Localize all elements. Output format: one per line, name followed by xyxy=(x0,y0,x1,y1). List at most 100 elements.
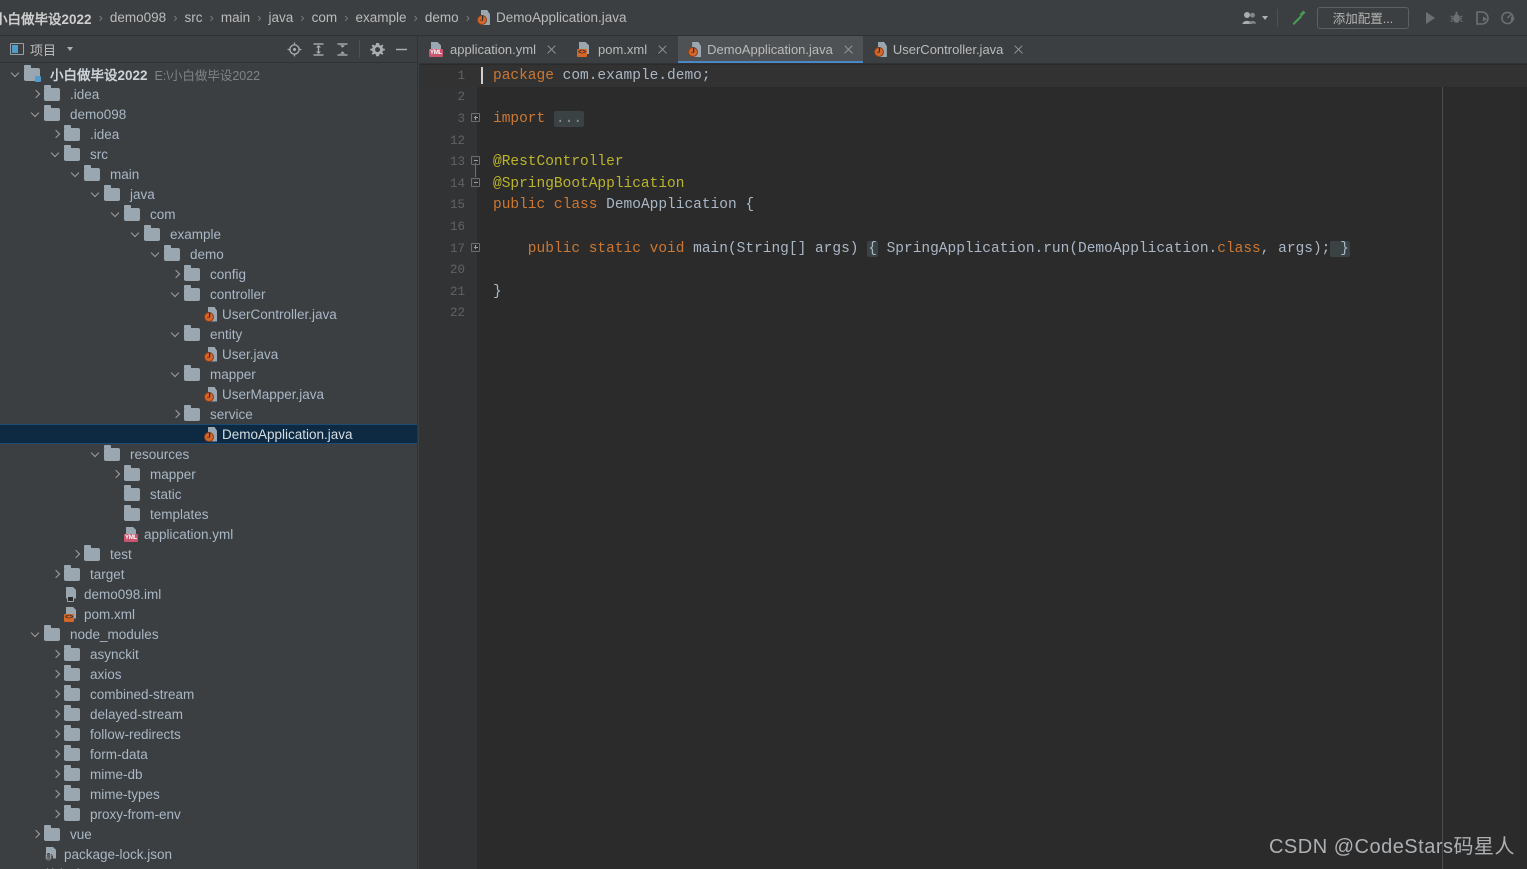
chevron-right-icon[interactable] xyxy=(30,828,42,840)
chevron-down-icon[interactable] xyxy=(30,108,42,120)
close-icon[interactable] xyxy=(842,43,855,56)
tree-row[interactable]: UserMapper.java xyxy=(0,384,417,404)
chevron-down-icon[interactable] xyxy=(90,188,102,200)
chevron-down-icon[interactable] xyxy=(130,228,142,240)
tree-row[interactable]: YML application.yml xyxy=(0,524,417,544)
tree-row[interactable]: UserController.java xyxy=(0,304,417,324)
breadcrumb-item[interactable]: src xyxy=(184,0,204,36)
chevron-right-icon[interactable] xyxy=(30,88,42,100)
chevron-right-icon[interactable] xyxy=(50,748,62,760)
project-tree[interactable]: 小白做毕设2022 E:\小白做毕设2022 .idea demo098 .idea sr… xyxy=(0,64,417,869)
chevron-right-icon[interactable] xyxy=(110,468,122,480)
tree-row[interactable]: mime-db xyxy=(0,764,417,784)
fold-expand-icon[interactable] xyxy=(471,113,480,123)
chevron-right-icon[interactable] xyxy=(50,568,62,580)
user-group-icon[interactable] xyxy=(1240,5,1270,31)
tree-row[interactable]: User.java xyxy=(0,344,417,364)
fold-collapse-icon[interactable] xyxy=(471,177,480,187)
chevron-down-icon[interactable] xyxy=(110,208,122,220)
debug-bug-icon[interactable] xyxy=(1443,5,1469,31)
breadcrumb-item[interactable]: demo098 xyxy=(109,0,167,36)
breadcrumb-file[interactable]: DemoApplication.java xyxy=(476,0,628,36)
chevron-down-icon[interactable] xyxy=(170,368,182,380)
tree-row[interactable]: package-lock.json xyxy=(0,844,417,864)
run-coverage-icon[interactable] xyxy=(1469,5,1495,31)
tree-row[interactable]: 外部库 xyxy=(0,864,417,869)
tree-row[interactable]: mapper xyxy=(0,464,417,484)
chevron-right-icon[interactable] xyxy=(50,668,62,680)
chevron-right-icon[interactable] xyxy=(170,268,182,280)
tree-row[interactable]: asynckit xyxy=(0,644,417,664)
breadcrumb-item[interactable]: 小白做毕设2022 xyxy=(0,0,93,36)
breadcrumb-item[interactable]: example xyxy=(354,0,407,36)
tree-row[interactable]: example xyxy=(0,224,417,244)
breadcrumb-item[interactable]: java xyxy=(267,0,294,36)
fold-gutter[interactable] xyxy=(465,108,487,130)
tree-row[interactable]: combined-stream xyxy=(0,684,417,704)
tree-row[interactable]: main xyxy=(0,164,417,184)
editor-tab[interactable]: YML application.yml xyxy=(419,36,567,63)
tree-row[interactable]: demo098 xyxy=(0,104,417,124)
chevron-right-icon[interactable] xyxy=(50,768,62,780)
editor-tab[interactable]: UserController.java xyxy=(864,36,1035,63)
project-title-dropdown[interactable]: 项目 xyxy=(10,40,74,59)
chevron-down-icon[interactable] xyxy=(170,328,182,340)
tree-row[interactable]: resources xyxy=(0,444,417,464)
chevron-right-icon[interactable] xyxy=(70,548,82,560)
minimize-icon[interactable] xyxy=(391,39,411,59)
tree-row[interactable]: follow-redirects xyxy=(0,724,417,744)
fold-gutter[interactable] xyxy=(465,130,487,152)
tree-row[interactable]: com xyxy=(0,204,417,224)
hammer-icon[interactable] xyxy=(1285,5,1311,31)
fold-gutter[interactable] xyxy=(465,173,487,195)
tree-row[interactable]: .idea xyxy=(0,84,417,104)
tree-row[interactable]: static xyxy=(0,484,417,504)
chevron-right-icon[interactable] xyxy=(50,728,62,740)
tree-row[interactable]: entity xyxy=(0,324,417,344)
fold-gutter[interactable] xyxy=(465,303,487,325)
fold-gutter[interactable] xyxy=(465,259,487,281)
chevron-right-icon[interactable] xyxy=(50,128,62,140)
breadcrumb-item[interactable]: main xyxy=(220,0,251,36)
chevron-right-icon[interactable] xyxy=(170,408,182,420)
locate-icon[interactable] xyxy=(284,39,304,59)
tree-row[interactable]: 小白做毕设2022 E:\小白做毕设2022 xyxy=(0,64,417,84)
tree-row[interactable]: demo xyxy=(0,244,417,264)
fold-gutter[interactable] xyxy=(465,238,487,260)
chevron-down-icon[interactable] xyxy=(70,168,82,180)
tree-row[interactable]: DemoApplication.java xyxy=(0,424,417,444)
tree-row[interactable]: .idea xyxy=(0,124,417,144)
gear-icon[interactable] xyxy=(367,39,387,59)
tree-row[interactable]: form-data xyxy=(0,744,417,764)
tree-row[interactable]: test xyxy=(0,544,417,564)
chevron-down-icon[interactable] xyxy=(50,148,62,160)
add-configuration-button[interactable]: 添加配置... xyxy=(1317,6,1409,29)
tree-row[interactable]: demo098.iml xyxy=(0,584,417,604)
close-icon[interactable] xyxy=(545,43,558,56)
tree-row[interactable]: java xyxy=(0,184,417,204)
fold-gutter[interactable] xyxy=(465,151,487,177)
chevron-right-icon[interactable] xyxy=(50,708,62,720)
fold-gutter[interactable] xyxy=(465,195,487,217)
collapse-all-icon[interactable] xyxy=(332,39,352,59)
chevron-down-icon[interactable] xyxy=(150,248,162,260)
tree-row[interactable]: vue xyxy=(0,824,417,844)
tree-row[interactable]: proxy-from-env xyxy=(0,804,417,824)
breadcrumb-item[interactable]: com xyxy=(311,0,339,36)
fold-gutter[interactable] xyxy=(465,87,487,109)
close-icon[interactable] xyxy=(656,43,669,56)
tree-row[interactable]: service xyxy=(0,404,417,424)
profiler-icon[interactable] xyxy=(1495,5,1521,31)
chevron-down-icon[interactable] xyxy=(90,448,102,460)
run-triangle-icon[interactable] xyxy=(1417,5,1443,31)
tree-row[interactable]: templates xyxy=(0,504,417,524)
expand-all-icon[interactable] xyxy=(308,39,328,59)
fold-gutter[interactable] xyxy=(465,216,487,238)
tree-row[interactable]: node_modules xyxy=(0,624,417,644)
code-editor[interactable]: 1 package com.example.demo; 2 3 import ... 12… xyxy=(419,65,1527,869)
editor-tab[interactable]: <> pom.xml xyxy=(567,36,679,63)
tree-row[interactable]: <> pom.xml xyxy=(0,604,417,624)
tree-row[interactable]: delayed-stream xyxy=(0,704,417,724)
fold-expand-icon[interactable] xyxy=(471,242,480,252)
close-icon[interactable] xyxy=(1012,43,1025,56)
